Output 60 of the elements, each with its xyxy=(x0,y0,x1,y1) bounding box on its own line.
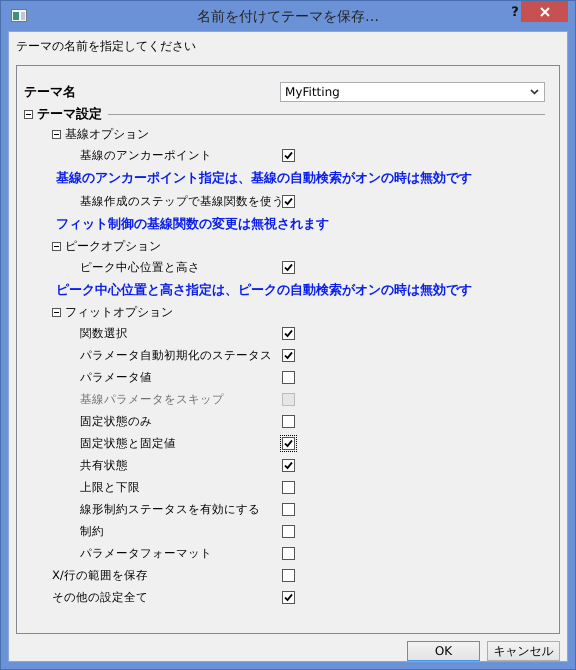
option-label: 固定状態と固定値 xyxy=(80,436,176,450)
checkbox[interactable] xyxy=(282,370,295,384)
dialog-button[interactable]: キャンセル xyxy=(487,641,560,661)
checkbox[interactable] xyxy=(282,502,295,516)
checkbox[interactable] xyxy=(282,546,295,560)
collapse-icon[interactable] xyxy=(24,110,33,118)
check-icon xyxy=(284,196,293,206)
collapse-icon[interactable] xyxy=(52,242,61,250)
check-icon xyxy=(284,460,293,470)
option-label: ピーク中心位置と高さ xyxy=(80,260,200,274)
info-note: フィット制御の基線関数の変更は無視されます xyxy=(56,216,329,233)
checkbox[interactable] xyxy=(282,480,295,494)
group-label: 基線オプション xyxy=(65,126,149,142)
collapse-icon[interactable] xyxy=(52,130,61,138)
option-label: パラメータ値 xyxy=(80,370,152,384)
option-label: パラメータフォーマット xyxy=(80,546,212,560)
checkbox[interactable] xyxy=(282,348,295,362)
check-icon xyxy=(284,262,293,272)
dialog-button[interactable]: OK xyxy=(407,641,480,661)
checkbox[interactable] xyxy=(282,414,295,428)
checkbox[interactable] xyxy=(282,148,295,162)
app-icon xyxy=(11,9,27,22)
checkbox[interactable] xyxy=(282,260,295,274)
section-title: テーマ設定 xyxy=(37,106,102,123)
collapse-icon[interactable] xyxy=(52,308,61,316)
option-label: 関数選択 xyxy=(80,326,128,340)
help-button[interactable]: ? xyxy=(505,3,525,21)
option-label: 制約 xyxy=(80,524,104,538)
info-note: 基線のアンカーポイント指定は、基線の自動検索がオンの時は無効です xyxy=(56,170,472,187)
checkbox[interactable] xyxy=(282,194,295,208)
option-label: 基線パラメータをスキップ xyxy=(80,392,224,406)
group-label: ピークオプション xyxy=(65,238,161,254)
checkbox[interactable] xyxy=(282,524,295,538)
check-icon xyxy=(284,438,293,448)
option-label: X/行の範囲を保存 xyxy=(52,568,148,582)
theme-name-combobox[interactable]: MyFitting xyxy=(280,82,545,102)
checkbox[interactable] xyxy=(282,590,295,604)
prompt-text: テーマの名前を指定してください xyxy=(16,38,197,55)
close-button[interactable] xyxy=(521,1,568,22)
check-icon xyxy=(284,328,293,338)
check-icon xyxy=(284,592,293,602)
close-icon xyxy=(540,6,550,16)
theme-name-label: テーマ名 xyxy=(24,84,77,101)
option-label: 基線作成のステップで基線関数を使う xyxy=(80,194,284,208)
checkbox[interactable] xyxy=(282,568,295,582)
dropdown-caret-icon[interactable] xyxy=(530,89,539,95)
window-title: 名前を付けてテーマを保存… xyxy=(196,8,380,26)
info-note: ピーク中心位置と高さ指定は、ピークの自動検索がオンの時は無効です xyxy=(56,282,472,299)
option-label: 線形制約ステータスを有効にする xyxy=(80,502,260,516)
check-icon xyxy=(284,150,293,160)
option-label: 上限と下限 xyxy=(80,480,140,494)
checkbox[interactable] xyxy=(282,458,295,472)
option-label: 基線のアンカーポイント xyxy=(80,148,212,162)
check-icon xyxy=(284,350,293,360)
option-label: パラメータ自動初期化のステータス xyxy=(80,348,272,362)
option-label: 固定状態のみ xyxy=(80,414,152,428)
option-label: その他の設定全て xyxy=(52,590,148,604)
option-label: 共有状態 xyxy=(80,458,128,472)
group-label: フィットオプション xyxy=(65,304,173,320)
checkbox[interactable] xyxy=(282,326,295,340)
